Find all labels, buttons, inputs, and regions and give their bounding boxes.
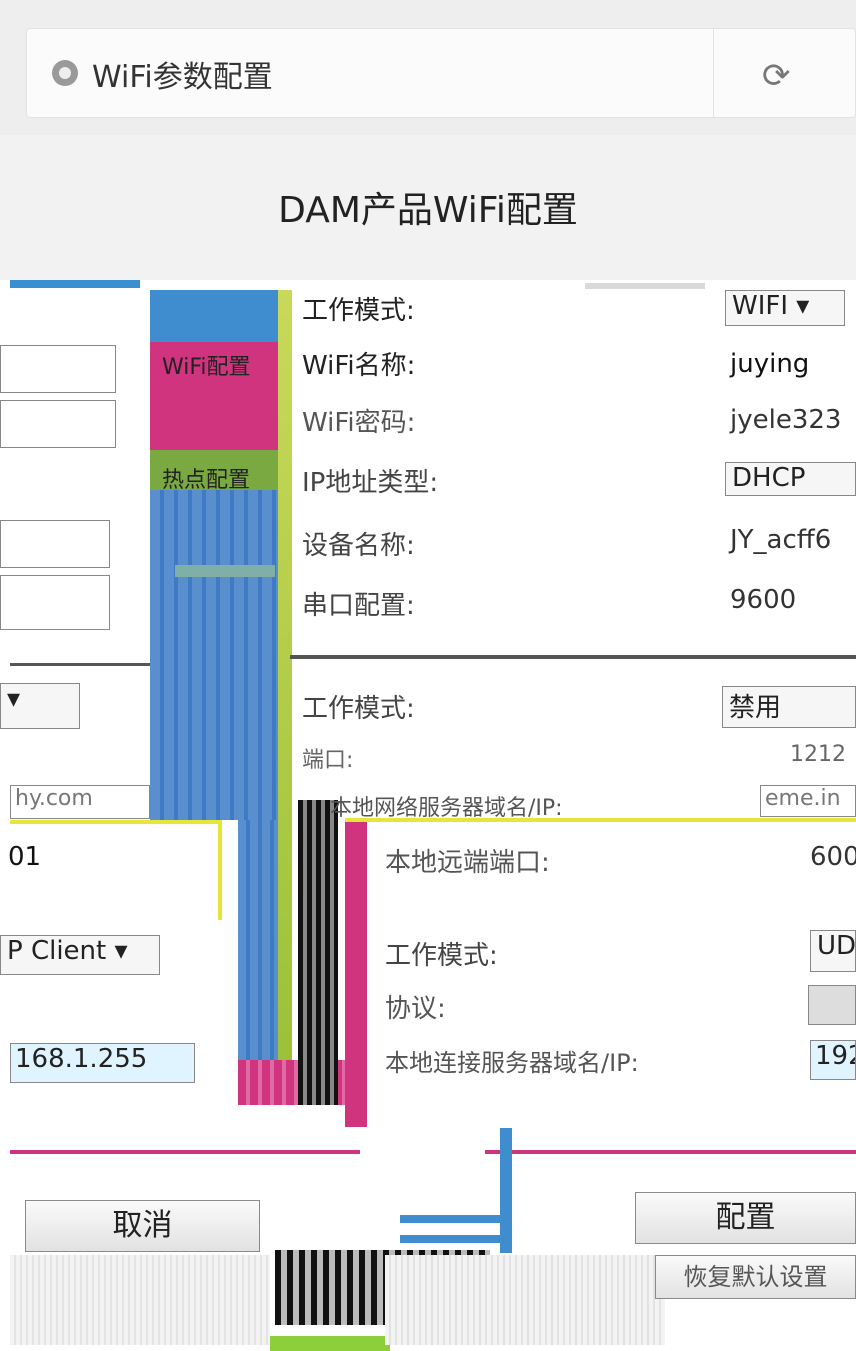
- glitch-block-light: [385, 1255, 665, 1345]
- glitch-strip: [345, 822, 367, 1127]
- left-field[interactable]: [0, 575, 110, 630]
- glitch-block-dark: [298, 800, 338, 1105]
- left-mode-select[interactable]: P Client ▾: [0, 935, 160, 975]
- remote-ip-label: 本地连接服务器域名/IP:: [385, 1049, 639, 1077]
- glitch-line-yellow: [218, 820, 222, 920]
- section-divider: [290, 655, 856, 659]
- left-ip-field[interactable]: 168.1.255: [10, 1043, 195, 1083]
- ip-type-label: IP地址类型:: [302, 468, 439, 498]
- domain-label: 本地网络服务器域名/IP:: [330, 796, 563, 821]
- reload-icon[interactable]: ⟳: [762, 56, 791, 96]
- ip-type-select[interactable]: DHCP: [725, 462, 856, 496]
- port-value[interactable]: 1212: [790, 742, 846, 767]
- configure-button[interactable]: 配置: [635, 1192, 856, 1244]
- remote-ip-field[interactable]: 192: [810, 1040, 856, 1080]
- work-mode-label: 工作模式:: [302, 296, 415, 326]
- server-work-mode-select[interactable]: 禁用: [722, 686, 856, 728]
- wifi-name-value[interactable]: juying: [730, 349, 809, 379]
- server-work-mode-label: 工作模式:: [302, 694, 415, 724]
- glitch-bar: [175, 565, 275, 577]
- restore-defaults-button[interactable]: 恢复默认设置: [655, 1255, 856, 1299]
- local-port-value[interactable]: 600: [810, 842, 856, 872]
- work-mode-select[interactable]: WIFI ▾: [725, 290, 845, 326]
- glitch-bar: [400, 1235, 500, 1243]
- glitch-strip: [278, 290, 292, 1090]
- glitch-strip: [500, 1128, 512, 1253]
- page-status-icon: [52, 60, 78, 86]
- glitch-block-pink: [238, 1060, 356, 1105]
- device-name-value[interactable]: JY_acff6: [730, 525, 831, 555]
- wifi-password-label: WiFi密码:: [302, 408, 416, 438]
- domain-field[interactable]: eme.in: [760, 785, 856, 817]
- left-select[interactable]: ▾: [0, 683, 80, 729]
- protocol-label: 协议:: [385, 994, 446, 1024]
- device-name-label: 设备名称:: [302, 531, 415, 561]
- udp-work-mode-label: 工作模式:: [385, 941, 498, 971]
- serial-config-value[interactable]: 9600: [730, 585, 796, 615]
- page-title: DAM产品WiFi配置: [278, 190, 578, 231]
- glitch-block-blue: [150, 290, 278, 342]
- glitch-bar: [10, 280, 140, 288]
- glitch-block-light: [10, 1255, 270, 1345]
- address-bar-divider: [713, 28, 714, 118]
- tab-wifi-config[interactable]: WiFi配置: [162, 349, 251, 381]
- wifi-password-value[interactable]: jyele323: [730, 405, 841, 435]
- left-field[interactable]: [0, 345, 116, 393]
- protocol-field[interactable]: [808, 985, 856, 1025]
- glitch-line-yellow: [10, 820, 220, 824]
- left-field[interactable]: [0, 520, 110, 568]
- glitch-block-stripes: [238, 820, 278, 1060]
- glitch-bar: [585, 283, 705, 289]
- glitch-bar: [400, 1215, 500, 1223]
- local-port-label: 本地远端端口:: [385, 848, 550, 878]
- serial-config-label: 串口配置:: [302, 591, 415, 621]
- left-domain-field[interactable]: hy.com: [10, 785, 150, 819]
- glitch-block-stripes: [150, 490, 278, 820]
- section-divider: [10, 663, 150, 666]
- left-field[interactable]: [0, 400, 116, 448]
- glitch-line-pink: [10, 1150, 360, 1154]
- browser-page-title: WiFi参数配置: [92, 60, 273, 95]
- port-label: 端口:: [302, 748, 354, 773]
- udp-work-mode-select[interactable]: UD: [810, 930, 856, 972]
- wifi-name-label: WiFi名称:: [302, 351, 416, 381]
- glitch-bar: [270, 1336, 390, 1351]
- tab-hotspot-config[interactable]: 热点配置: [162, 462, 250, 494]
- glitch-line-pink: [485, 1150, 856, 1154]
- cancel-button[interactable]: 取消: [25, 1200, 260, 1252]
- left-port-value: 01: [8, 842, 42, 872]
